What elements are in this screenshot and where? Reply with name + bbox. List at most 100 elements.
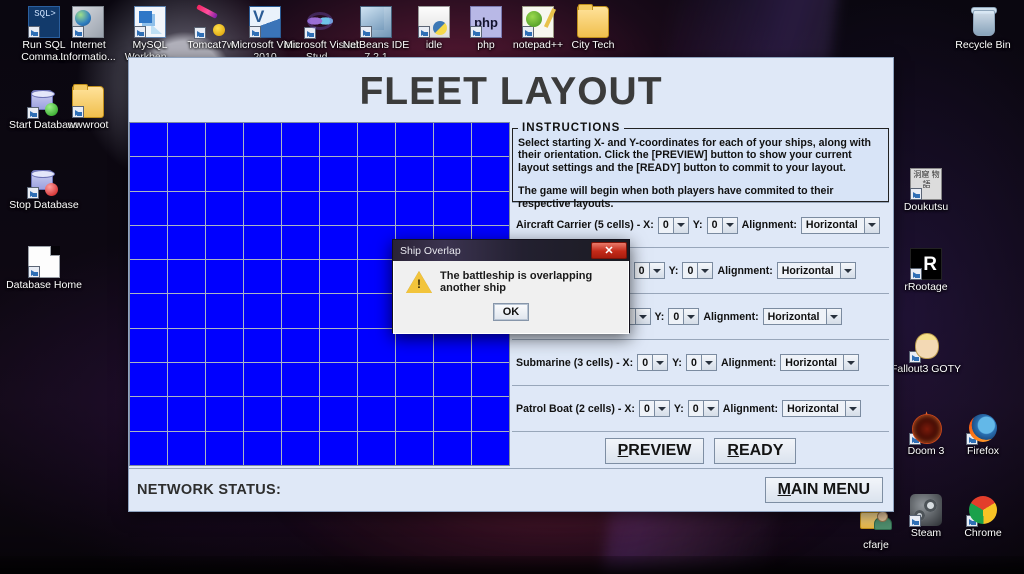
grid-cell[interactable] <box>130 260 167 294</box>
grid-cell[interactable] <box>168 294 205 328</box>
dialog-title-bar[interactable]: Ship Overlap ✕ <box>393 240 629 261</box>
grid-cell[interactable] <box>130 431 167 465</box>
grid-cell[interactable] <box>396 363 433 397</box>
grid-cell[interactable] <box>358 123 395 157</box>
grid-cell[interactable] <box>168 363 205 397</box>
grid-cell[interactable] <box>320 397 357 431</box>
grid-cell[interactable] <box>206 294 243 328</box>
ready-button[interactable]: READY <box>714 438 797 464</box>
grid-cell[interactable] <box>396 191 433 225</box>
chevron-down-icon[interactable] <box>825 309 841 324</box>
grid-cell[interactable] <box>434 363 471 397</box>
chevron-down-icon[interactable] <box>839 263 855 278</box>
grid-cell[interactable] <box>358 260 395 294</box>
grid-cell[interactable] <box>130 328 167 363</box>
grid-cell[interactable] <box>434 157 471 191</box>
desktop-icon-city-tech-folder[interactable]: City Tech <box>555 4 631 52</box>
grid-cell[interactable] <box>396 431 433 465</box>
grid-cell[interactable] <box>472 363 509 397</box>
grid-cell[interactable] <box>206 363 243 397</box>
desktop-icon-rrootage[interactable]: RrRootage <box>888 248 964 294</box>
grid-cell[interactable] <box>472 157 509 191</box>
grid-cell[interactable] <box>358 363 395 397</box>
chevron-down-icon[interactable] <box>845 401 861 416</box>
grid-cell[interactable] <box>282 225 319 260</box>
grid-cell[interactable] <box>320 294 357 328</box>
chevron-down-icon[interactable] <box>843 355 859 370</box>
grid-cell[interactable] <box>358 191 395 225</box>
desktop-icon-firefox[interactable]: Firefox <box>945 412 1021 458</box>
grid-cell[interactable] <box>130 123 167 157</box>
alignment-select-aircraft-carrier[interactable]: Horizontal <box>800 216 880 234</box>
grid-cell[interactable] <box>358 431 395 465</box>
y-coordinate-select-patrol-boat[interactable]: 0 <box>687 400 719 417</box>
grid-cell[interactable] <box>320 157 357 191</box>
grid-cell[interactable] <box>434 191 471 225</box>
grid-cell[interactable] <box>282 397 319 431</box>
grid-cell[interactable] <box>472 123 509 157</box>
grid-cell[interactable] <box>434 431 471 465</box>
y-coordinate-select-battleship[interactable]: 0 <box>682 262 714 279</box>
grid-cell[interactable] <box>206 397 243 431</box>
chevron-down-icon[interactable] <box>863 217 879 233</box>
desktop-icon-stop-database[interactable]: Stop Database <box>6 166 82 212</box>
grid-cell[interactable] <box>130 157 167 191</box>
grid-cell[interactable] <box>206 157 243 191</box>
grid-cell[interactable] <box>282 260 319 294</box>
grid-cell[interactable] <box>320 363 357 397</box>
grid-cell[interactable] <box>244 123 281 157</box>
grid-cell[interactable] <box>168 225 205 260</box>
alignment-select-submarine[interactable]: Horizontal <box>780 354 860 371</box>
grid-cell[interactable] <box>320 191 357 225</box>
grid-cell[interactable] <box>358 294 395 328</box>
chevron-down-icon[interactable] <box>634 309 650 324</box>
chevron-down-icon[interactable] <box>721 217 737 233</box>
grid-cell[interactable] <box>358 397 395 431</box>
grid-cell[interactable] <box>206 260 243 294</box>
grid-cell[interactable] <box>244 225 281 260</box>
grid-cell[interactable] <box>168 123 205 157</box>
x-coordinate-select-submarine[interactable]: 0 <box>637 354 669 371</box>
chevron-down-icon[interactable] <box>672 217 688 233</box>
grid-cell[interactable] <box>358 225 395 260</box>
grid-cell[interactable] <box>206 328 243 363</box>
y-coordinate-select-aircraft-carrier[interactable]: 0 <box>706 216 738 234</box>
grid-cell[interactable] <box>168 397 205 431</box>
desktop-icon-cfarje-user-folder[interactable]: cfarje <box>838 506 914 552</box>
grid-cell[interactable] <box>396 157 433 191</box>
grid-cell[interactable] <box>320 225 357 260</box>
grid-cell[interactable] <box>396 397 433 431</box>
grid-cell[interactable] <box>434 397 471 431</box>
grid-cell[interactable] <box>282 294 319 328</box>
chevron-down-icon[interactable] <box>697 263 713 278</box>
grid-cell[interactable] <box>168 260 205 294</box>
grid-cell[interactable] <box>320 431 357 465</box>
chevron-down-icon[interactable] <box>702 401 718 416</box>
grid-cell[interactable] <box>244 191 281 225</box>
grid-cell[interactable] <box>206 225 243 260</box>
desktop-icon-recycle-bin[interactable]: Recycle Bin <box>945 6 1021 52</box>
grid-cell[interactable] <box>358 157 395 191</box>
desktop-icon-chrome[interactable]: Chrome <box>945 494 1021 540</box>
grid-cell[interactable] <box>472 431 509 465</box>
chevron-down-icon[interactable] <box>700 355 716 370</box>
grid-cell[interactable] <box>358 328 395 363</box>
grid-cell[interactable] <box>472 397 509 431</box>
grid-cell[interactable] <box>434 123 471 157</box>
desktop-icon-fallout3-goty[interactable]: Fallout3 GOTY <box>888 330 964 376</box>
grid-cell[interactable] <box>396 123 433 157</box>
grid-cell[interactable] <box>130 397 167 431</box>
grid-cell[interactable] <box>130 191 167 225</box>
alignment-select-battleship[interactable]: Horizontal <box>776 262 856 279</box>
grid-cell[interactable] <box>244 431 281 465</box>
grid-cell[interactable] <box>130 294 167 328</box>
grid-cell[interactable] <box>320 123 357 157</box>
alignment-select-patrol-boat[interactable]: Horizontal <box>782 400 862 417</box>
grid-cell[interactable] <box>244 294 281 328</box>
close-icon[interactable]: ✕ <box>591 242 627 259</box>
chevron-down-icon[interactable] <box>683 309 699 324</box>
x-coordinate-select-patrol-boat[interactable]: 0 <box>638 400 670 417</box>
grid-cell[interactable] <box>244 397 281 431</box>
grid-cell[interactable] <box>282 191 319 225</box>
grid-cell[interactable] <box>244 328 281 363</box>
